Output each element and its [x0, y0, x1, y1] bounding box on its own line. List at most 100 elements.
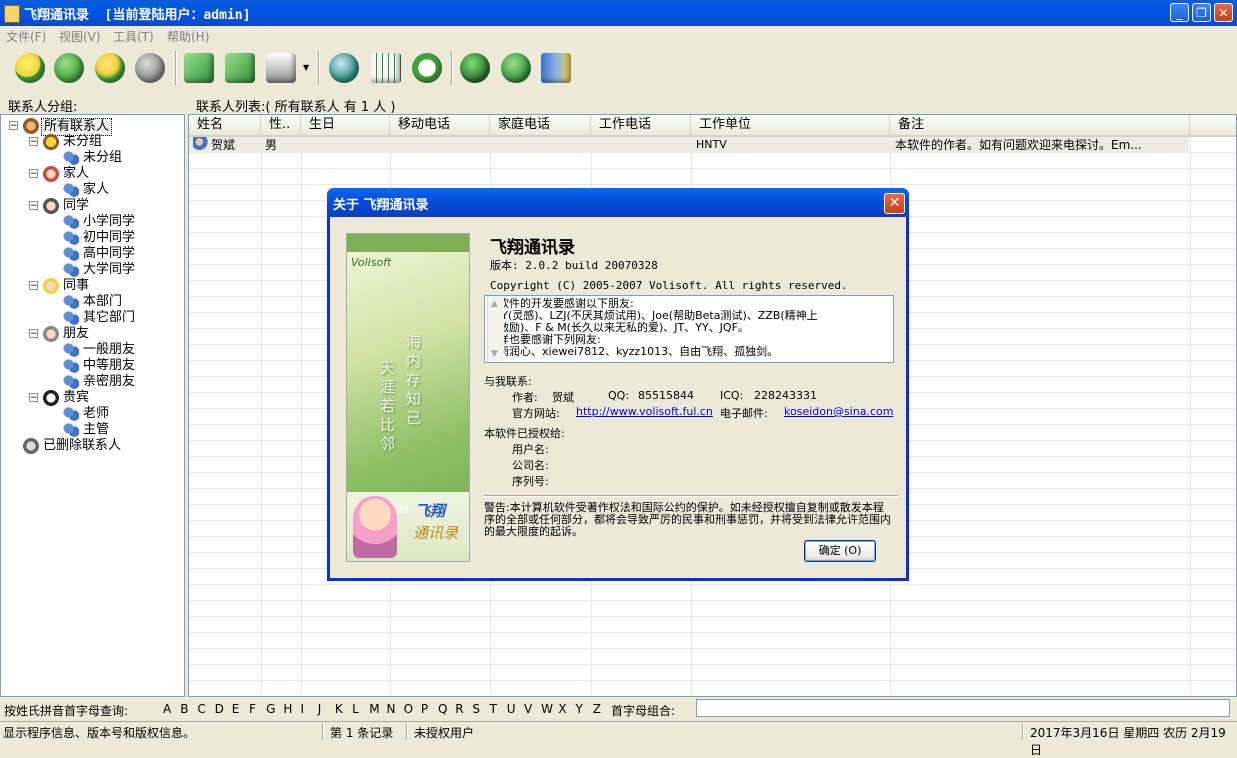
about-dialog-body: Volisoft 海内存知己 天涯若比邻 飞翔 通讯录 ✉ 飞翔通讯录 版本: …: [330, 217, 906, 578]
refresh-contact-icon[interactable]: [51, 50, 87, 86]
letter-o[interactable]: O: [404, 702, 421, 716]
print-dropdown-icon[interactable]: ▼: [303, 63, 309, 72]
letter-w[interactable]: W: [541, 702, 558, 716]
banner-brand: Volisoft: [351, 256, 392, 269]
import-icon[interactable]: [181, 50, 217, 86]
mascot-girl-icon: [353, 496, 397, 558]
people-icon: [63, 294, 79, 310]
envelope-icon: ✉: [397, 502, 409, 518]
letter-j[interactable]: J: [318, 702, 335, 716]
letter-p[interactable]: P: [421, 702, 438, 716]
people-icon: [63, 310, 79, 326]
letter-list: ABCDEFGHIJKLMNOPQRSTUVWXYZ: [163, 702, 610, 716]
letter-y[interactable]: Y: [576, 702, 593, 716]
cell-name: 贺斌: [211, 138, 236, 152]
combo-label: 首字母组合:: [611, 704, 676, 718]
group-icon: [43, 198, 59, 214]
letter-a[interactable]: A: [163, 702, 180, 716]
group-icon: [43, 134, 59, 150]
trash-contacts-icon: [23, 438, 39, 454]
letter-s[interactable]: S: [472, 702, 489, 716]
group-icon: [43, 390, 59, 406]
delete-contact-icon[interactable]: [92, 50, 128, 86]
letter-x[interactable]: X: [558, 702, 575, 716]
cell-note: 本软件的作者。如有问题欢迎来电探讨。Em...: [895, 138, 1142, 152]
letter-n[interactable]: N: [386, 702, 403, 716]
search-icon[interactable]: [326, 50, 362, 86]
smiley-add-icon[interactable]: [12, 50, 48, 86]
letter-u[interactable]: U: [507, 702, 524, 716]
title-bar[interactable]: 飞翔通讯录 [当前登陆用户：admin] _ ❐ ✕: [0, 0, 1237, 26]
group-icon: [43, 278, 59, 294]
about-close-button[interactable]: ✕: [884, 193, 905, 214]
letter-v[interactable]: V: [524, 702, 541, 716]
column-header-filler: [1190, 115, 1236, 137]
timer-icon[interactable]: [409, 50, 445, 86]
about-copyright: Copyright (C) 2005-2007 Volisoft. All ri…: [490, 279, 848, 292]
ok-button[interactable]: 确定 (O): [804, 540, 876, 562]
minimize-button[interactable]: _: [1170, 3, 1189, 22]
info-icon[interactable]: [498, 50, 534, 86]
people-icon: [63, 246, 79, 262]
help-icon[interactable]: [457, 50, 493, 86]
menu-file[interactable]: 文件(F): [6, 28, 46, 45]
letter-combo-input[interactable]: [696, 699, 1230, 717]
letter-b[interactable]: B: [180, 702, 197, 716]
thanks-textbox[interactable]: 本软件的开发要感谢以下朋友: ZYY(灵感)、LZJ(不厌其烦试用)、Joe(帮…: [484, 295, 894, 363]
letter-f[interactable]: F: [249, 702, 266, 716]
about-dialog-titlebar[interactable]: 关于 飞翔通讯录 ✕: [327, 188, 909, 217]
status-hint: 显示程序信息、版本号和版权信息。: [3, 726, 196, 740]
letter-r[interactable]: R: [455, 702, 472, 716]
licensed-heading: 本软件已授权给:: [484, 427, 565, 440]
menu-view[interactable]: 视图(V): [59, 28, 101, 45]
export-icon[interactable]: [222, 50, 258, 86]
user-label: 用户名:: [512, 443, 549, 456]
letter-i[interactable]: I: [301, 702, 318, 716]
column-header-company[interactable]: 工作单位: [691, 115, 890, 137]
edit-contact-icon[interactable]: [132, 50, 168, 86]
letter-e[interactable]: E: [232, 702, 249, 716]
group-tree[interactable]: − 所有联系人 − 未分组 未分组 − 家人 家人 − 同学 小学同学 初中同学…: [0, 114, 185, 697]
people-icon: [63, 150, 79, 166]
letter-d[interactable]: D: [215, 702, 232, 716]
column-header-birthday[interactable]: 生日: [301, 115, 390, 137]
calendar-icon[interactable]: [368, 50, 404, 86]
menu-help[interactable]: 帮助(H): [167, 28, 209, 45]
people-icon: [63, 214, 79, 230]
letter-filter-label: 按姓氏拼音首字母查询:: [4, 704, 129, 718]
letter-c[interactable]: C: [197, 702, 214, 716]
app-icon: [4, 5, 20, 23]
site-link[interactable]: http://www.volisoft.ful.cn: [576, 405, 713, 418]
letter-l[interactable]: L: [352, 702, 369, 716]
column-header-gender[interactable]: 性..: [261, 115, 301, 137]
letter-z[interactable]: Z: [593, 702, 610, 716]
email-link[interactable]: koseidon@sina.com: [784, 405, 893, 418]
menu-tools[interactable]: 工具(T): [113, 28, 154, 45]
letter-h[interactable]: H: [283, 702, 300, 716]
tree-heading: 联系人分组:: [8, 100, 78, 115]
people-icon: [63, 422, 79, 438]
letter-t[interactable]: T: [490, 702, 507, 716]
column-header-home-phone[interactable]: 家庭电话: [490, 115, 591, 137]
print-icon[interactable]: [263, 50, 299, 86]
people-icon: [63, 230, 79, 246]
letter-k[interactable]: K: [335, 702, 352, 716]
letter-g[interactable]: G: [266, 702, 283, 716]
letter-m[interactable]: M: [369, 702, 386, 716]
about-banner-image: Volisoft 海内存知己 天涯若比邻 飞翔 通讯录 ✉: [346, 233, 470, 562]
column-header-note[interactable]: 备注: [890, 115, 1190, 137]
toolbar: ▼: [0, 45, 1237, 91]
letter-q[interactable]: Q: [438, 702, 455, 716]
column-header-mobile[interactable]: 移动电话: [390, 115, 490, 137]
list-heading: 联系人列表:( 所有联系人 有 1 人 ): [196, 100, 396, 115]
close-button[interactable]: ✕: [1214, 3, 1233, 22]
group-icon: [43, 166, 59, 182]
column-header-name[interactable]: 姓名: [189, 115, 261, 137]
column-header-work-phone[interactable]: 工作电话: [591, 115, 691, 137]
restore-button[interactable]: ❐: [1192, 3, 1211, 22]
people-icon: [63, 374, 79, 390]
group-icon: [43, 326, 59, 342]
exit-icon[interactable]: [538, 50, 574, 86]
thanks-line-5: 甜雨润心、xiewei7812、kyzz1013、自由飞翔、孤独剑。: [487, 345, 779, 358]
thanks-scrollbar[interactable]: ▲ ▼: [487, 296, 504, 362]
